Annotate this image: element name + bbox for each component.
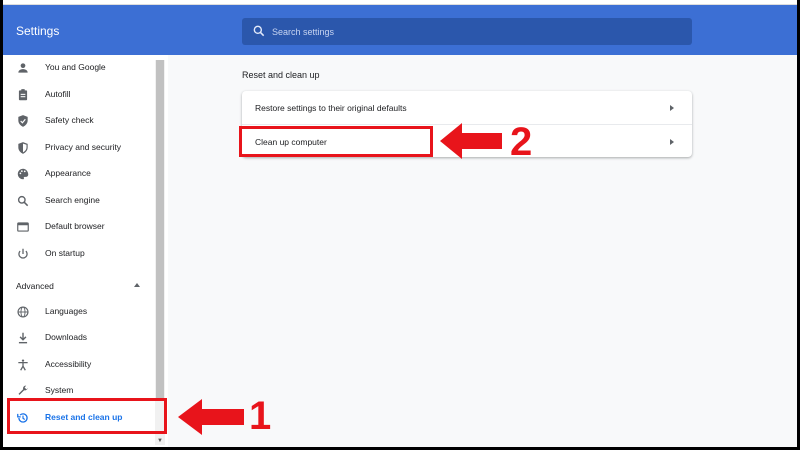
sidebar-item-label: You and Google	[45, 62, 106, 72]
shield-icon	[18, 142, 28, 154]
shield-check-icon	[18, 115, 28, 127]
browser-window: Settings You and Google Autofill Safety …	[3, 0, 797, 447]
palette-icon	[17, 168, 29, 180]
sidebar-item-accessibility[interactable]: Accessibility	[3, 352, 153, 378]
sidebar-item-privacy-and-security[interactable]: Privacy and security	[3, 135, 153, 161]
section-title: Reset and clean up	[242, 70, 320, 80]
settings-sidebar: You and Google Autofill Safety check Pri…	[3, 55, 168, 447]
wrench-icon	[18, 385, 28, 395]
sidebar-item-label: Downloads	[45, 332, 88, 342]
accessibility-icon	[18, 359, 28, 371]
sidebar-item-label: Safety check	[45, 115, 94, 125]
highlight-box-clean-up	[239, 126, 433, 157]
settings-header: Settings	[3, 5, 797, 55]
sidebar-item-label: On startup	[45, 248, 85, 258]
sidebar-item-label: Languages	[45, 306, 88, 316]
sidebar-item-safety-check[interactable]: Safety check	[3, 108, 153, 134]
chevron-right-icon	[670, 139, 674, 145]
sidebar-item-downloads[interactable]: Downloads	[3, 325, 153, 351]
sidebar-item-search-engine[interactable]: Search engine	[3, 188, 153, 214]
power-icon	[18, 248, 28, 259]
sidebar-item-on-startup[interactable]: On startup	[3, 241, 153, 267]
sidebar-item-label: Search engine	[45, 195, 100, 205]
sidebar-item-label: Default browser	[45, 221, 105, 231]
sidebar-item-default-browser[interactable]: Default browser	[3, 214, 153, 240]
scroll-down-arrow-icon[interactable]: ▼	[157, 438, 163, 444]
sidebar-item-label: Autofill	[45, 89, 71, 99]
search-icon	[253, 25, 265, 37]
step-number-2: 2	[510, 120, 533, 164]
browser-icon	[17, 222, 29, 232]
advanced-label: Advanced	[16, 281, 54, 291]
scrollbar-thumb[interactable]	[156, 60, 164, 398]
sidebar-item-autofill[interactable]: Autofill	[3, 82, 153, 108]
sidebar-item-you-and-google[interactable]: You and Google	[3, 55, 153, 81]
highlight-box-reset	[7, 398, 167, 434]
search-box[interactable]	[242, 18, 692, 45]
chevron-right-icon	[670, 105, 674, 111]
sidebar-item-appearance[interactable]: Appearance	[3, 161, 153, 187]
sidebar-item-label: Appearance	[45, 168, 91, 178]
clipboard-icon	[18, 89, 28, 101]
download-icon	[18, 332, 28, 344]
caret-up-icon	[134, 283, 140, 287]
restore-defaults-row[interactable]: Restore settings to their original defau…	[242, 91, 692, 124]
search-input[interactable]	[272, 18, 672, 45]
person-icon	[18, 63, 28, 73]
sidebar-item-label: System	[45, 385, 74, 395]
sidebar-item-label: Accessibility	[45, 359, 92, 369]
page-title: Settings	[16, 24, 60, 38]
sidebar-scrollbar[interactable]: ▼	[155, 60, 165, 445]
search-icon	[17, 195, 29, 207]
row-label: Restore settings to their original defau…	[255, 103, 407, 113]
globe-icon	[17, 306, 29, 318]
red-arrow-icon	[178, 399, 244, 435]
step-number-1: 1	[249, 394, 272, 438]
sidebar-item-languages[interactable]: Languages	[3, 299, 153, 325]
sidebar-item-label: Privacy and security	[45, 142, 122, 152]
red-arrow-icon	[440, 123, 502, 159]
advanced-toggle[interactable]: Advanced	[3, 276, 153, 296]
